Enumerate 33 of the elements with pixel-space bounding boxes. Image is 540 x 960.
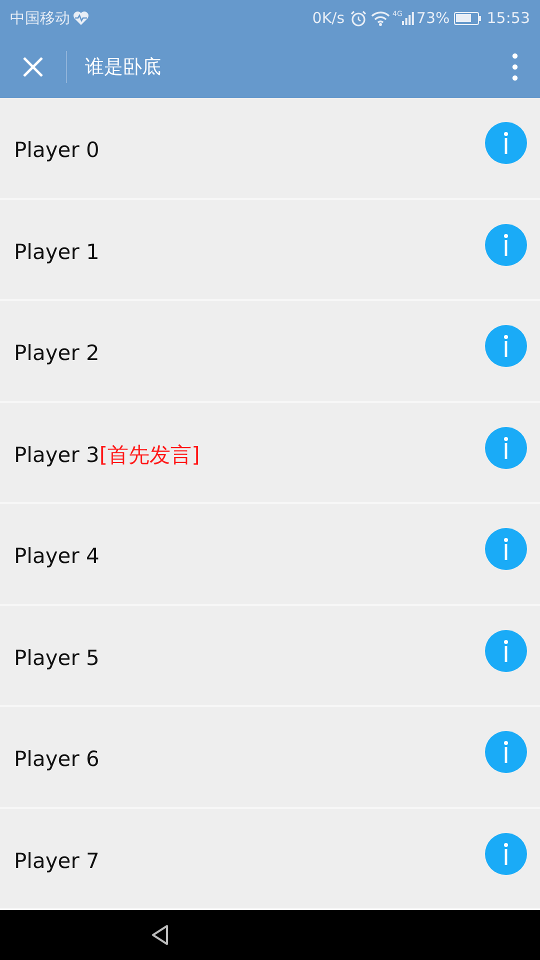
alarm-icon [350,10,367,26]
player-name: Player 7 [14,848,100,874]
signal-icon [402,11,414,25]
info-icon[interactable] [485,832,527,874]
carrier-name: 中国移动 [10,8,70,29]
info-icon[interactable] [485,122,527,164]
more-icon [512,53,518,81]
player-row[interactable]: Player 3[首先发言] [0,402,540,504]
network-speed: 0K/s [312,8,345,29]
player-name: Player 3[首先发言] [14,442,201,468]
window-title: 谁是卧底 [85,54,162,80]
back-icon[interactable] [150,924,170,946]
info-icon[interactable] [485,224,527,266]
close-icon [22,56,44,78]
player-row[interactable]: Player 7 [0,808,540,910]
player-row[interactable]: Player 1 [0,200,540,301]
battery-percent: 73% [416,8,450,29]
info-icon[interactable] [485,731,527,773]
heart-icon [73,11,89,25]
info-icon[interactable] [485,426,527,468]
info-icon[interactable] [485,528,527,570]
player-row[interactable]: Player 5 [0,606,540,707]
clock: 15:53 [486,8,530,29]
info-icon[interactable] [485,630,527,672]
wifi-icon [370,10,390,26]
info-icon[interactable] [485,325,527,367]
player-name: Player 5 [14,644,100,672]
player-name: Player 0 [14,137,100,164]
player-name: Player 6 [14,746,100,773]
player-name: Player 2 [14,340,100,367]
battery-icon [454,12,481,24]
player-name: Player 4 [14,543,100,570]
player-name: Player 1 [14,238,100,266]
